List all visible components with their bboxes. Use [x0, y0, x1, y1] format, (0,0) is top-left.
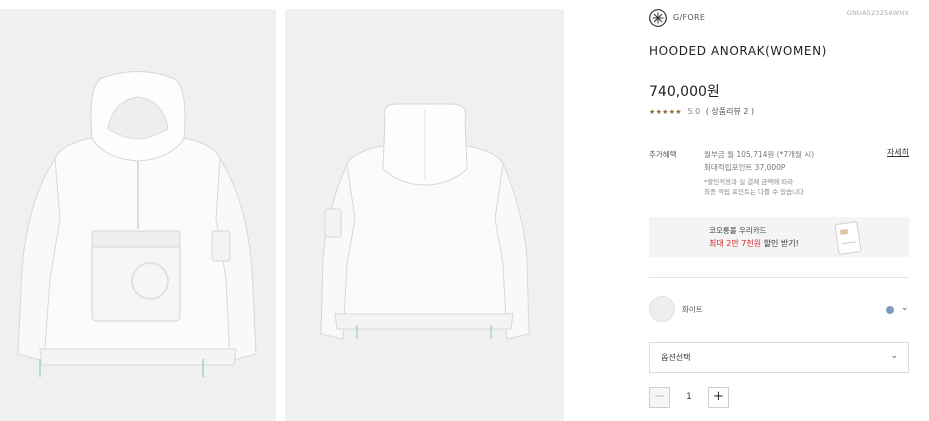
quantity-value[interactable]: 1 [670, 387, 708, 408]
card-promo-title: 코오롱몰 우리카드 [709, 226, 767, 235]
benefit-detail-link[interactable]: 자세히 [887, 147, 909, 158]
rating-score: 5.0 [687, 107, 701, 116]
card-promo-amount: 최대 2만 7천원 [709, 239, 762, 248]
product-price: 740,000원 [649, 84, 720, 100]
benefit-label: 추가혜택 [649, 150, 677, 159]
product-info-panel: G/FORE GNUA523254WHX HOODED ANORAK(WOMEN… [649, 0, 909, 421]
credit-card-icon [834, 221, 862, 255]
product-code: GNUA523254WHX [846, 9, 909, 17]
brand-name[interactable]: G/FORE [673, 13, 705, 22]
chevron-down-icon[interactable]: ⌄ [901, 303, 909, 313]
quantity-stepper: − 1 + [649, 387, 729, 408]
option-select-label: 옵션선택 [661, 353, 691, 362]
option-select-dropdown[interactable]: 옵션선택 ⌄ [649, 342, 909, 373]
quantity-plus-button[interactable]: + [708, 387, 729, 408]
card-promo-banner[interactable]: 코오롱몰 우리카드 최대 2만 7천원 할인 받기! [649, 217, 909, 257]
color-swatch-white[interactable] [649, 296, 675, 322]
product-title: HOODED ANORAK(WOMEN) [649, 44, 827, 58]
max-points-text: 최대적립포인트 37,000P [704, 163, 786, 172]
product-image-front[interactable] [0, 9, 276, 421]
benefit-note: *할인적용과 실 결제 금액에 따라 최종 적립 포인트는 다를 수 있습니다 [704, 177, 804, 197]
rating-row: ★★★★★ 5.0 ( 상품리뷰 2 ) [649, 106, 754, 118]
chevron-down-icon: ⌄ [890, 351, 898, 361]
jacket-back-illustration [320, 103, 530, 340]
benefit-note-line2: 최종 적립 포인트는 다를 수 있습니다 [704, 188, 805, 196]
benefit-details: 월부금 월 105,714원 (*7개월 시) 최대적립포인트 37,000P [704, 148, 814, 174]
installment-text: 월부금 월 105,714원 (*7개월 시) [704, 150, 815, 159]
rating-stars-icon: ★★★★★ [649, 107, 682, 116]
jacket-front-illustration [17, 71, 257, 377]
benefit-note-line1: *할인적용과 실 결제 금액에 따라 [704, 178, 794, 186]
section-divider [649, 277, 909, 278]
review-count-link[interactable]: ( 상품리뷰 2 ) [706, 106, 754, 117]
brand-logo-icon[interactable] [649, 9, 667, 27]
color-dot-icon[interactable] [886, 306, 894, 314]
card-promo-cta: 할인 받기! [761, 239, 799, 248]
color-name: 화이트 [682, 305, 703, 314]
card-promo-offer: 최대 2만 7천원 할인 받기! [709, 238, 799, 249]
product-image-back[interactable] [285, 9, 564, 421]
brand-row: G/FORE GNUA523254WHX [649, 9, 909, 29]
quantity-minus-button[interactable]: − [649, 387, 670, 408]
